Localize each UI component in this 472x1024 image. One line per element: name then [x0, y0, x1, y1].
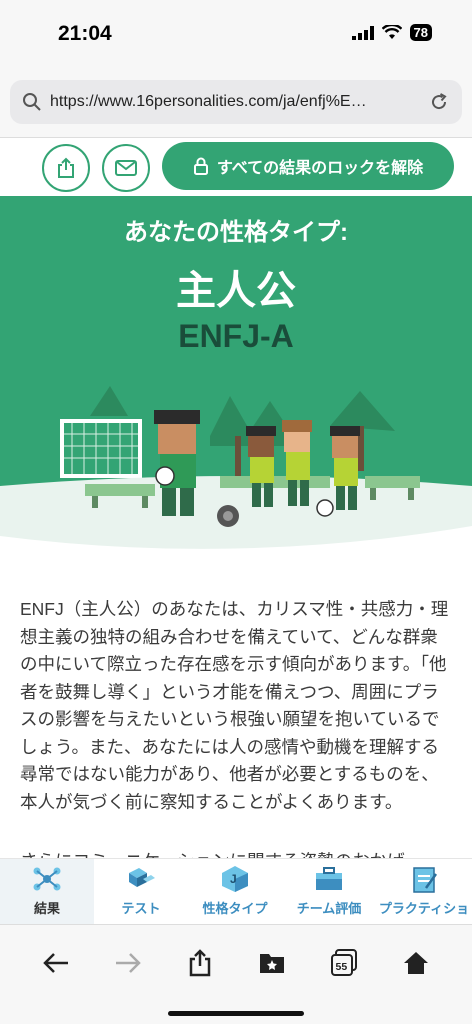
unlock-label: すべての結果のロックを解除 [216, 160, 424, 177]
cubes-icon [124, 864, 158, 894]
tab-test-label: テスト [121, 901, 161, 916]
tab-personality-types[interactable]: J 性格タイプ [188, 859, 282, 925]
forward-arrow-icon [116, 953, 141, 973]
personality-code: ENFJ-A [178, 318, 294, 354]
search-icon [23, 93, 41, 111]
personality-name: 主人公 [176, 269, 296, 313]
briefcase-icon [312, 864, 346, 894]
molecule-icon [30, 864, 64, 894]
site-bottom-navigation: 結果 テスト J 性格タイプ チーム評価 プラクティショ [0, 858, 472, 925]
wifi-icon [381, 25, 402, 39]
tab-count: 55 [336, 961, 348, 973]
soccer-team-illustration [0, 386, 472, 556]
email-button[interactable] [102, 144, 150, 192]
share-button[interactable] [42, 144, 90, 192]
address-bar[interactable]: https://www.16personalities.com/ja/enfj%… [10, 80, 462, 124]
tabs-button[interactable]: 55 [324, 943, 364, 983]
tab-test[interactable]: テスト [94, 859, 188, 925]
unlock-all-results-button[interactable]: すべての結果のロックを解除 [162, 142, 454, 190]
browser-toolbar: 55 [0, 924, 472, 1024]
battery-indicator: 78 [409, 24, 432, 41]
personality-description: ENFJ（主人公）のあなたは、カリスマ性・共感力・理想主義の独特の組み合わせを備… [20, 599, 449, 812]
lock-icon [193, 157, 208, 175]
back-arrow-icon [43, 953, 68, 973]
tab-results[interactable]: 結果 [0, 859, 94, 925]
bookmarks-button[interactable] [252, 943, 292, 983]
tab-practitioners-label: プラクティショ [378, 901, 470, 916]
home-indicator [168, 1011, 304, 1016]
page-toolbar: すべての結果のロックを解除 [0, 138, 472, 196]
signal-icon [351, 25, 374, 40]
tabs-icon: 55 [331, 949, 357, 976]
tab-personality-types-label: 性格タイプ [202, 901, 268, 916]
mail-icon [115, 160, 137, 176]
svg-text:J: J [230, 872, 237, 886]
status-time: 21:04 [58, 22, 112, 45]
tab-team-assessment[interactable]: チーム評価 [282, 859, 376, 925]
reload-icon[interactable] [428, 91, 450, 113]
tab-team-assessment-label: チーム評価 [296, 901, 362, 916]
hero-subtitle: あなたの性格タイプ: [124, 219, 348, 246]
hero-banner: あなたの性格タイプ: 主人公 ENFJ-A [0, 196, 472, 556]
clipboard-icon [407, 864, 441, 894]
tab-results-label: 結果 [33, 901, 60, 916]
letter-j-icon: J [218, 864, 252, 894]
home-icon [404, 952, 428, 974]
share-icon [58, 157, 74, 178]
status-icons: 78 [351, 24, 432, 41]
home-button[interactable] [396, 943, 436, 983]
share-icon [189, 949, 211, 977]
bookmark-folder-icon [260, 954, 284, 973]
share-page-button[interactable] [180, 943, 220, 983]
back-button[interactable] [36, 943, 76, 983]
url-text: https://www.16personalities.com/ja/enfj%… [50, 93, 367, 110]
address-bar-area: https://www.16personalities.com/ja/enfj%… [0, 66, 472, 138]
forward-button[interactable] [108, 943, 148, 983]
status-bar: 21:04 78 [0, 0, 472, 66]
tab-practitioners[interactable]: プラクティショ [376, 859, 472, 925]
